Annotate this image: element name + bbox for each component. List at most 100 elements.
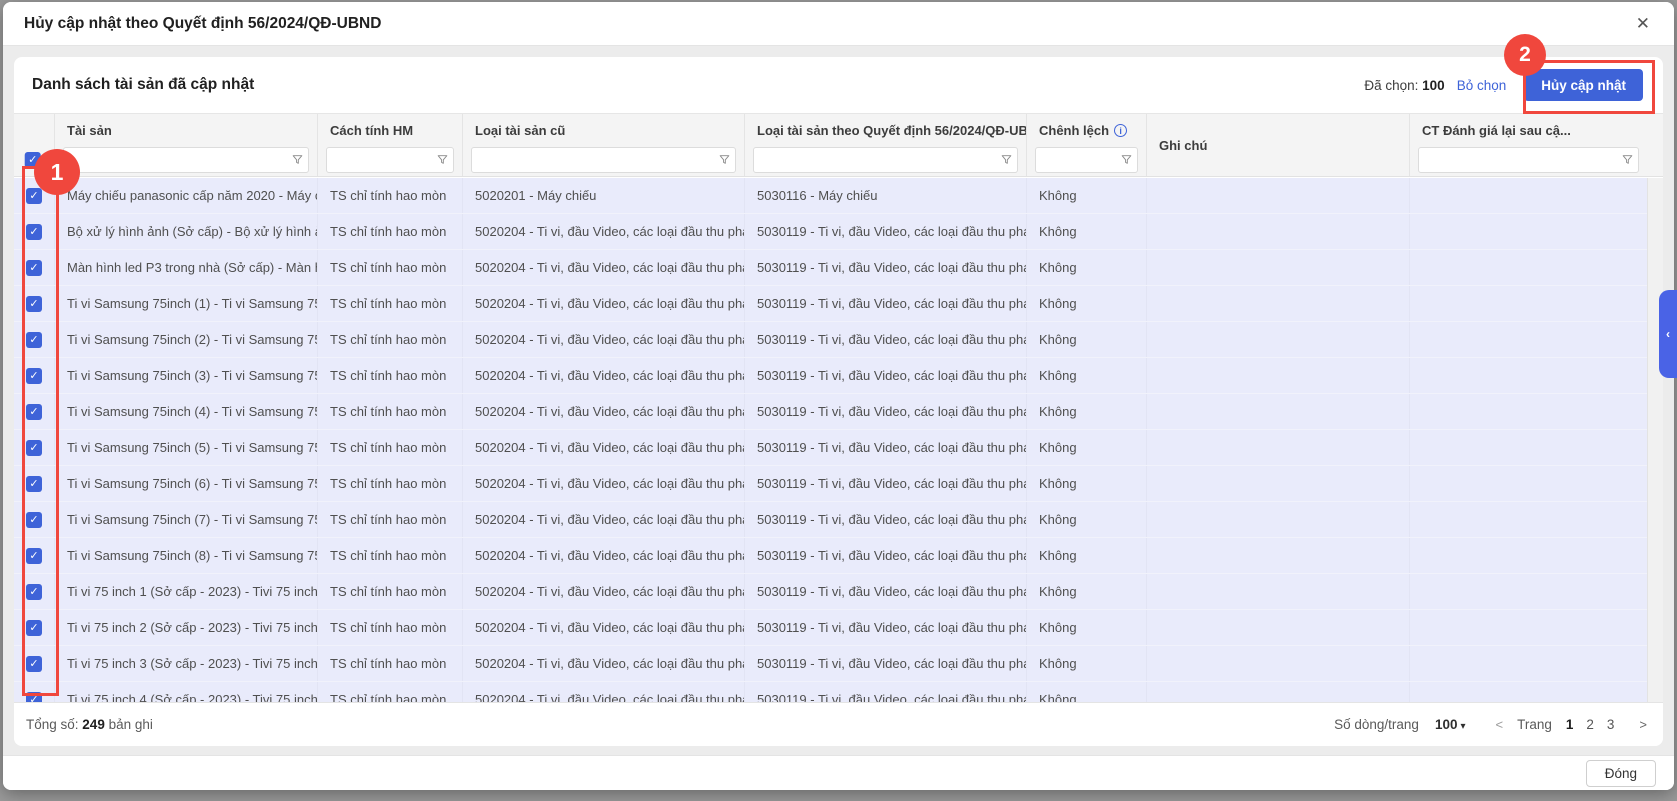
cell-method: TS chỉ tính hao mòn xyxy=(318,646,463,681)
table-row[interactable]: ✓Bộ xử lý hình ảnh (Sở cấp) - Bộ xử lý h… xyxy=(14,214,1663,250)
table-row[interactable]: ✓Ti vi Samsung 75inch (6) - Ti vi Samsun… xyxy=(14,466,1663,502)
filter-input[interactable] xyxy=(1035,147,1138,173)
cell-revaluation xyxy=(1410,502,1647,537)
row-checkbox[interactable]: ✓ xyxy=(26,188,42,204)
side-panel-toggle[interactable]: ‹ xyxy=(1659,290,1677,378)
table-row[interactable]: ✓Ti vi Samsung 75inch (2) - Ti vi Samsun… xyxy=(14,322,1663,358)
vertical-scrollbar[interactable] xyxy=(1647,178,1663,702)
table-row[interactable]: ✓Ti vi Samsung 75inch (4) - Ti vi Samsun… xyxy=(14,394,1663,430)
cell-revaluation xyxy=(1410,610,1647,645)
column-header: Cách tính HM xyxy=(318,114,463,176)
filter-input[interactable] xyxy=(753,147,1018,173)
table-row[interactable]: ✓Ti vi 75 inch 3 (Sở cấp - 2023) - Tivi … xyxy=(14,646,1663,682)
table-row[interactable]: ✓Ti vi Samsung 75inch (3) - Ti vi Samsun… xyxy=(14,358,1663,394)
filter-input[interactable] xyxy=(326,147,454,173)
row-checkbox[interactable]: ✓ xyxy=(26,620,42,636)
cell-method: TS chỉ tính hao mòn xyxy=(318,574,463,609)
panel-title: Danh sách tài sản đã cập nhật xyxy=(32,76,1364,94)
page-number-2[interactable]: 2 xyxy=(1586,717,1594,732)
cell-difference: Không xyxy=(1027,214,1147,249)
next-page-button[interactable]: > xyxy=(1639,717,1647,732)
select-all-header-cell: ✓ xyxy=(14,114,55,176)
close-icon[interactable]: ✕ xyxy=(1636,2,1650,46)
filter-input[interactable] xyxy=(63,147,309,173)
select-all-checkbox[interactable]: ✓ xyxy=(25,152,41,168)
cell-method: TS chỉ tính hao mòn xyxy=(318,394,463,429)
dialog-title: Hủy cập nhật theo Quyết định 56/2024/QĐ-… xyxy=(3,15,381,33)
column-label: Cách tính HM xyxy=(318,114,462,144)
column-filter xyxy=(753,147,1018,173)
cell-new_type: 5030119 - Ti vi, đầu Video, các loại đầu… xyxy=(745,214,1027,249)
column-label: Loại tài sản theo Quyết định 56/2024/QĐ-… xyxy=(745,114,1026,144)
selected-count: Đã chọn: 100 xyxy=(1364,78,1444,93)
previous-page-button[interactable]: < xyxy=(1496,717,1504,732)
close-dialog-button[interactable]: Đóng xyxy=(1586,760,1656,787)
row-checkbox[interactable]: ✓ xyxy=(26,440,42,456)
dialog-actions: Đóng xyxy=(3,755,1674,790)
column-filter xyxy=(63,147,309,173)
table-row[interactable]: ✓Ti vi Samsung 75inch (8) - Ti vi Samsun… xyxy=(14,538,1663,574)
cell-new_type: 5030119 - Ti vi, đầu Video, các loại đầu… xyxy=(745,646,1027,681)
row-checkbox[interactable]: ✓ xyxy=(26,224,42,240)
cell-note xyxy=(1147,322,1410,357)
row-checkbox-cell: ✓ xyxy=(14,502,55,537)
cell-method: TS chỉ tính hao mòn xyxy=(318,430,463,465)
cell-method: TS chỉ tính hao mòn xyxy=(318,322,463,357)
cell-new_type: 5030119 - Ti vi, đầu Video, các loại đầu… xyxy=(745,430,1027,465)
row-checkbox[interactable]: ✓ xyxy=(26,512,42,528)
table-row[interactable]: ✓ Ti vi 75 inch 2 (Sở cấp - 2023) - Tivi … xyxy=(14,610,1663,646)
cell-difference: Không xyxy=(1027,574,1147,609)
column-filter xyxy=(1418,147,1639,173)
cell-asset: Ti vi 75 inch 2 (Sở cấp - 2023) - Tivi 7… xyxy=(55,610,318,645)
rows-per-page-select[interactable]: 100▾ xyxy=(1435,717,1466,732)
column-label: CT Đánh giá lại sau cậ... xyxy=(1410,114,1647,144)
cell-note xyxy=(1147,502,1410,537)
deselect-link[interactable]: Bỏ chọn xyxy=(1457,78,1507,93)
cell-note xyxy=(1147,214,1410,249)
cell-revaluation xyxy=(1410,286,1647,321)
row-checkbox[interactable]: ✓ xyxy=(26,404,42,420)
cell-new_type: 5030119 - Ti vi, đầu Video, các loại đầu… xyxy=(745,394,1027,429)
cell-new_type: 5030119 - Ti vi, đầu Video, các loại đầu… xyxy=(745,610,1027,645)
cell-new_type: 5030119 - Ti vi, đầu Video, các loại đầu… xyxy=(745,250,1027,285)
table-row[interactable]: ✓Ti vi Samsung 75inch (5) - Ti vi Samsun… xyxy=(14,430,1663,466)
cell-revaluation xyxy=(1410,430,1647,465)
table-row[interactable]: ✓Máy chiếu panasonic cấp năm 2020 - Máy … xyxy=(14,178,1663,214)
filter-input[interactable] xyxy=(1418,147,1639,173)
row-checkbox[interactable]: ✓ xyxy=(26,332,42,348)
cell-old_type: 5020204 - Ti vi, đầu Video, các loại đầu… xyxy=(463,286,745,321)
cell-old_type: 5020204 - Ti vi, đầu Video, các loại đầu… xyxy=(463,502,745,537)
row-checkbox[interactable]: ✓ xyxy=(26,296,42,312)
row-checkbox[interactable]: ✓ xyxy=(26,548,42,564)
table-row[interactable]: ✓Màn hình led P3 trong nhà (Sở cấp) - Mà… xyxy=(14,250,1663,286)
cell-new_type: 5030119 - Ti vi, đầu Video, các loại đầu… xyxy=(745,466,1027,501)
row-checkbox[interactable]: ✓ xyxy=(26,692,42,703)
page-number-1[interactable]: 1 xyxy=(1566,717,1574,732)
table-row[interactable]: ✓ Ti vi 75 inch 4 (Sở cấp - 2023) - Tivi … xyxy=(14,682,1663,702)
filter-input[interactable] xyxy=(471,147,736,173)
row-checkbox[interactable]: ✓ xyxy=(26,368,42,384)
row-checkbox[interactable]: ✓ xyxy=(26,584,42,600)
table-row[interactable]: ✓Ti vi 75 inch 1 (Sở cấp - 2023) - Tivi … xyxy=(14,574,1663,610)
cell-note xyxy=(1147,394,1410,429)
row-checkbox-cell: ✓ xyxy=(14,430,55,465)
cell-method: TS chỉ tính hao mòn xyxy=(318,214,463,249)
table-row[interactable]: ✓Ti vi Samsung 75inch (7) - Ti vi Samsun… xyxy=(14,502,1663,538)
row-checkbox[interactable]: ✓ xyxy=(26,260,42,276)
page-number-3[interactable]: 3 xyxy=(1607,717,1615,732)
table-row[interactable]: ✓Ti vi Samsung 75inch (1) - Ti vi Samsun… xyxy=(14,286,1663,322)
cell-method: TS chỉ tính hao mòn xyxy=(318,286,463,321)
row-checkbox-cell: ✓ xyxy=(14,610,55,645)
panel-header: Danh sách tài sản đã cập nhật Đã chọn: 1… xyxy=(14,57,1663,113)
selected-label: Đã chọn: xyxy=(1364,78,1418,93)
row-checkbox[interactable]: ✓ xyxy=(26,656,42,672)
cell-new_type: 5030119 - Ti vi, đầu Video, các loại đầu… xyxy=(745,358,1027,393)
cancel-update-button[interactable]: Hủy cập nhật xyxy=(1524,69,1643,101)
row-checkbox[interactable]: ✓ xyxy=(26,476,42,492)
cell-difference: Không xyxy=(1027,430,1147,465)
cell-difference: Không xyxy=(1027,178,1147,213)
rows-per-page-value: 100 xyxy=(1435,717,1458,732)
cell-old_type: 5020204 - Ti vi, đầu Video, các loại đầu… xyxy=(463,430,745,465)
info-icon[interactable]: i xyxy=(1114,124,1127,137)
cell-asset: Ti vi 75 inch 4 (Sở cấp - 2023) - Tivi 7… xyxy=(55,682,318,702)
